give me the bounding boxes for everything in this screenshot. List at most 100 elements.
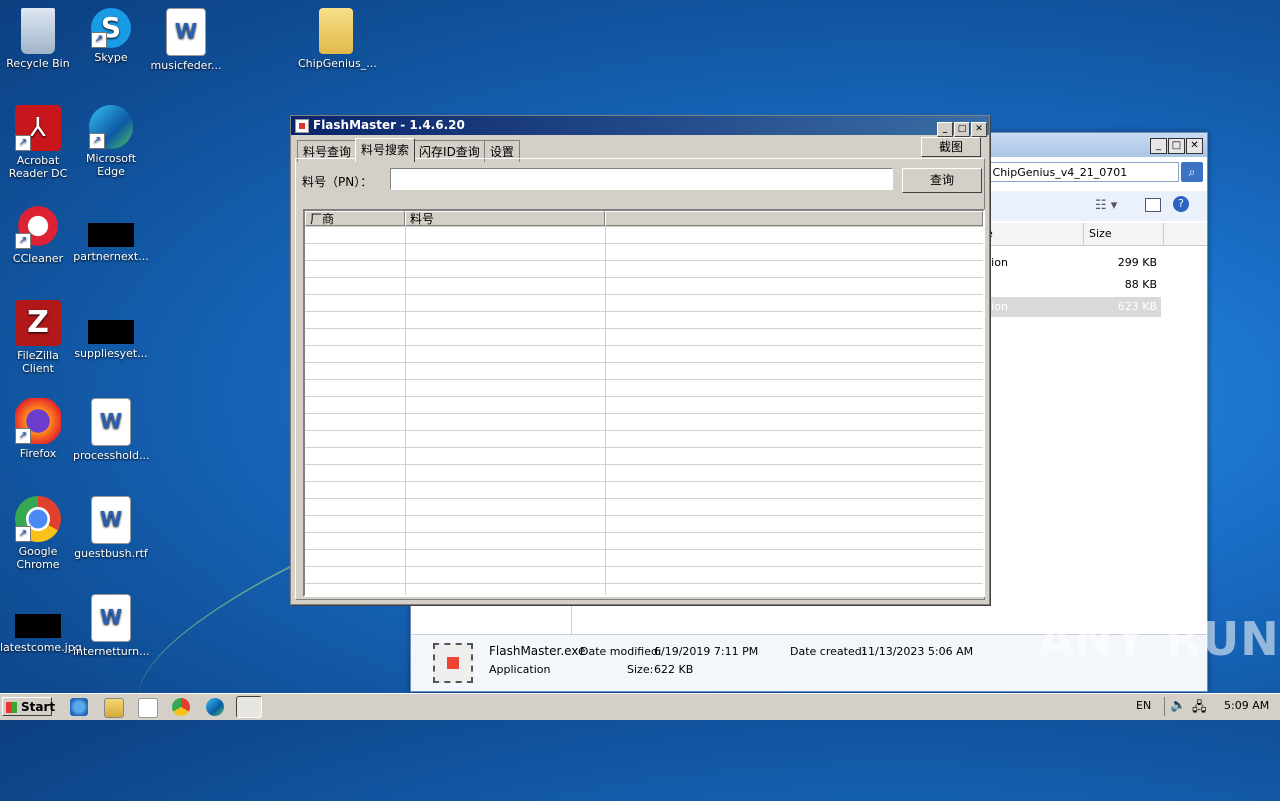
explorer-address-bar[interactable]: ch ChipGenius_v4_21_0701 ⌕ [971, 162, 1203, 182]
flashmaster-titlebar[interactable]: FlashMaster - 1.4.6.20 _ □ ✕ [291, 116, 989, 137]
close-button[interactable]: ✕ [1186, 138, 1203, 154]
table-row[interactable] [305, 584, 983, 595]
desktop-icon-latestcome[interactable]: latestcome.jpg [0, 594, 82, 654]
shortcut-arrow-icon: ↗ [15, 135, 31, 151]
details-file-kind: Application [489, 663, 551, 676]
start-button[interactable]: Start [2, 697, 55, 716]
maximize-button[interactable]: □ [954, 122, 970, 137]
table-row[interactable] [305, 465, 983, 482]
explorer-folder-icon[interactable] [104, 698, 124, 718]
media-player-icon[interactable] [138, 698, 158, 718]
table-row[interactable] [305, 482, 983, 499]
firefox-icon: ↗ [15, 398, 61, 444]
desktop-icon-processhold[interactable]: W processhold... [73, 398, 150, 462]
column-header-blank[interactable] [605, 211, 983, 226]
table-row[interactable] [305, 363, 983, 380]
watermark-logo: ANY RUN [1038, 612, 1280, 666]
file-row-selected[interactable]: ication623 KB [971, 297, 1161, 317]
column-header-vendor[interactable]: 厂商 [305, 211, 405, 226]
desktop-icon-chipgenius[interactable]: ChipGenius_... [298, 8, 377, 70]
search-icon[interactable]: ⌕ [1181, 162, 1203, 182]
help-icon[interactable]: ? [1173, 196, 1189, 212]
search-panel: 料号（PN）： 查询 厂商 料号 [295, 158, 985, 600]
network-icon[interactable]: 🖧 [1192, 698, 1207, 720]
acrobat-icon: ⅄ ↗ [15, 105, 61, 151]
file-row[interactable]: File88 KB [971, 275, 1161, 295]
column-header-pn[interactable]: 料号 [405, 211, 605, 226]
pn-input[interactable] [390, 168, 893, 190]
flashmaster-taskbar-icon[interactable] [236, 696, 262, 718]
language-indicator[interactable]: EN [1136, 699, 1151, 712]
minimize-button[interactable]: _ [937, 122, 953, 137]
query-button[interactable]: 查询 [902, 168, 982, 193]
table-row[interactable] [305, 312, 983, 329]
address-input[interactable]: ch ChipGenius_v4_21_0701 [971, 162, 1179, 182]
flashmaster-app-icon [295, 119, 309, 133]
chrome-icon[interactable] [172, 698, 190, 716]
view-options-icon[interactable]: ☷ ▾ [1095, 198, 1117, 213]
minimize-button[interactable]: _ [1150, 138, 1167, 154]
table-row[interactable] [305, 567, 983, 584]
file-row[interactable]: ication299 KB [971, 253, 1161, 273]
desktop-icon-filezilla[interactable]: Z FileZilla Client [0, 300, 76, 375]
table-row[interactable] [305, 516, 983, 533]
close-button[interactable]: ✕ [971, 122, 987, 137]
table-row[interactable] [305, 397, 983, 414]
shortcut-arrow-icon: ↗ [15, 526, 31, 542]
details-size-label: Size: [627, 663, 654, 676]
shortcut-arrow-icon: ↗ [15, 428, 31, 444]
table-row[interactable] [305, 261, 983, 278]
column-divider [405, 227, 406, 595]
taskbar: Start EN 🔈 🖧 5:09 AM [0, 693, 1280, 720]
pn-label: 料号（PN）： [302, 175, 373, 189]
table-row[interactable] [305, 448, 983, 465]
word-doc-icon: W [91, 398, 131, 446]
col-size[interactable]: Size [1089, 227, 1112, 240]
desktop-icon-ccleaner[interactable]: ↗ CCleaner [0, 203, 76, 265]
desktop-icon-partnernext[interactable]: partnernext... [73, 203, 149, 263]
volume-icon[interactable]: 🔈 [1170, 698, 1186, 713]
explorer-window-controls: _ □ ✕ [1149, 137, 1203, 154]
table-row[interactable] [305, 346, 983, 363]
clock[interactable]: 5:09 AM [1224, 699, 1269, 712]
table-row[interactable] [305, 227, 983, 244]
filezilla-icon: Z [15, 300, 61, 346]
preview-pane-icon[interactable] [1145, 198, 1161, 212]
table-row[interactable] [305, 295, 983, 312]
desktop-icon-acrobat[interactable]: ⅄ ↗ Acrobat Reader DC [0, 105, 76, 180]
desktop-icon-suppliesyet[interactable]: suppliesyet... [73, 300, 149, 360]
results-table[interactable]: 厂商 料号 [303, 209, 985, 597]
details-modified-value: 6/19/2019 7:11 PM [654, 645, 759, 658]
skype-icon: S ↗ [91, 8, 131, 48]
edge-icon[interactable] [206, 698, 224, 716]
chip-icon [433, 643, 473, 683]
desktop-icon-guestbush[interactable]: W guestbush.rtf [73, 496, 149, 560]
word-doc-icon: W [91, 594, 131, 642]
shortcut-arrow-icon: ↗ [15, 233, 31, 249]
screenshot-button[interactable]: 截图 [921, 137, 981, 157]
maximize-button[interactable]: □ [1168, 138, 1185, 154]
ie-icon[interactable] [70, 698, 88, 716]
desktop-icon-recycle-bin[interactable]: Recycle Bin [0, 8, 76, 70]
table-row[interactable] [305, 329, 983, 346]
desktop-icon-skype[interactable]: S ↗ Skype [73, 8, 149, 64]
word-doc-icon: W [91, 496, 131, 544]
desktop-icon-firefox[interactable]: ↗ Firefox [0, 398, 76, 460]
tab-pn-search[interactable]: 料号搜索 [355, 138, 416, 162]
flashmaster-window[interactable]: FlashMaster - 1.4.6.20 _ □ ✕ 料号查询 料号搜索 闪存ID查… [290, 115, 990, 605]
details-created-label: Date created: [790, 645, 866, 658]
black-file-icon [15, 614, 61, 638]
table-row[interactable] [305, 278, 983, 295]
table-row[interactable] [305, 550, 983, 567]
table-row[interactable] [305, 499, 983, 516]
desktop-icon-musicfeder[interactable]: W musicfeder... [148, 8, 224, 72]
table-row[interactable] [305, 244, 983, 261]
desktop-icon-chrome[interactable]: ↗ Google Chrome [0, 496, 76, 571]
desktop-icon-internetturn[interactable]: W internetturn... [73, 594, 150, 658]
table-row[interactable] [305, 380, 983, 397]
details-size-value: 622 KB [654, 663, 694, 676]
table-row[interactable] [305, 533, 983, 550]
table-row[interactable] [305, 431, 983, 448]
desktop-icon-edge[interactable]: ↗ Microsoft Edge [73, 105, 149, 178]
table-row[interactable] [305, 414, 983, 431]
